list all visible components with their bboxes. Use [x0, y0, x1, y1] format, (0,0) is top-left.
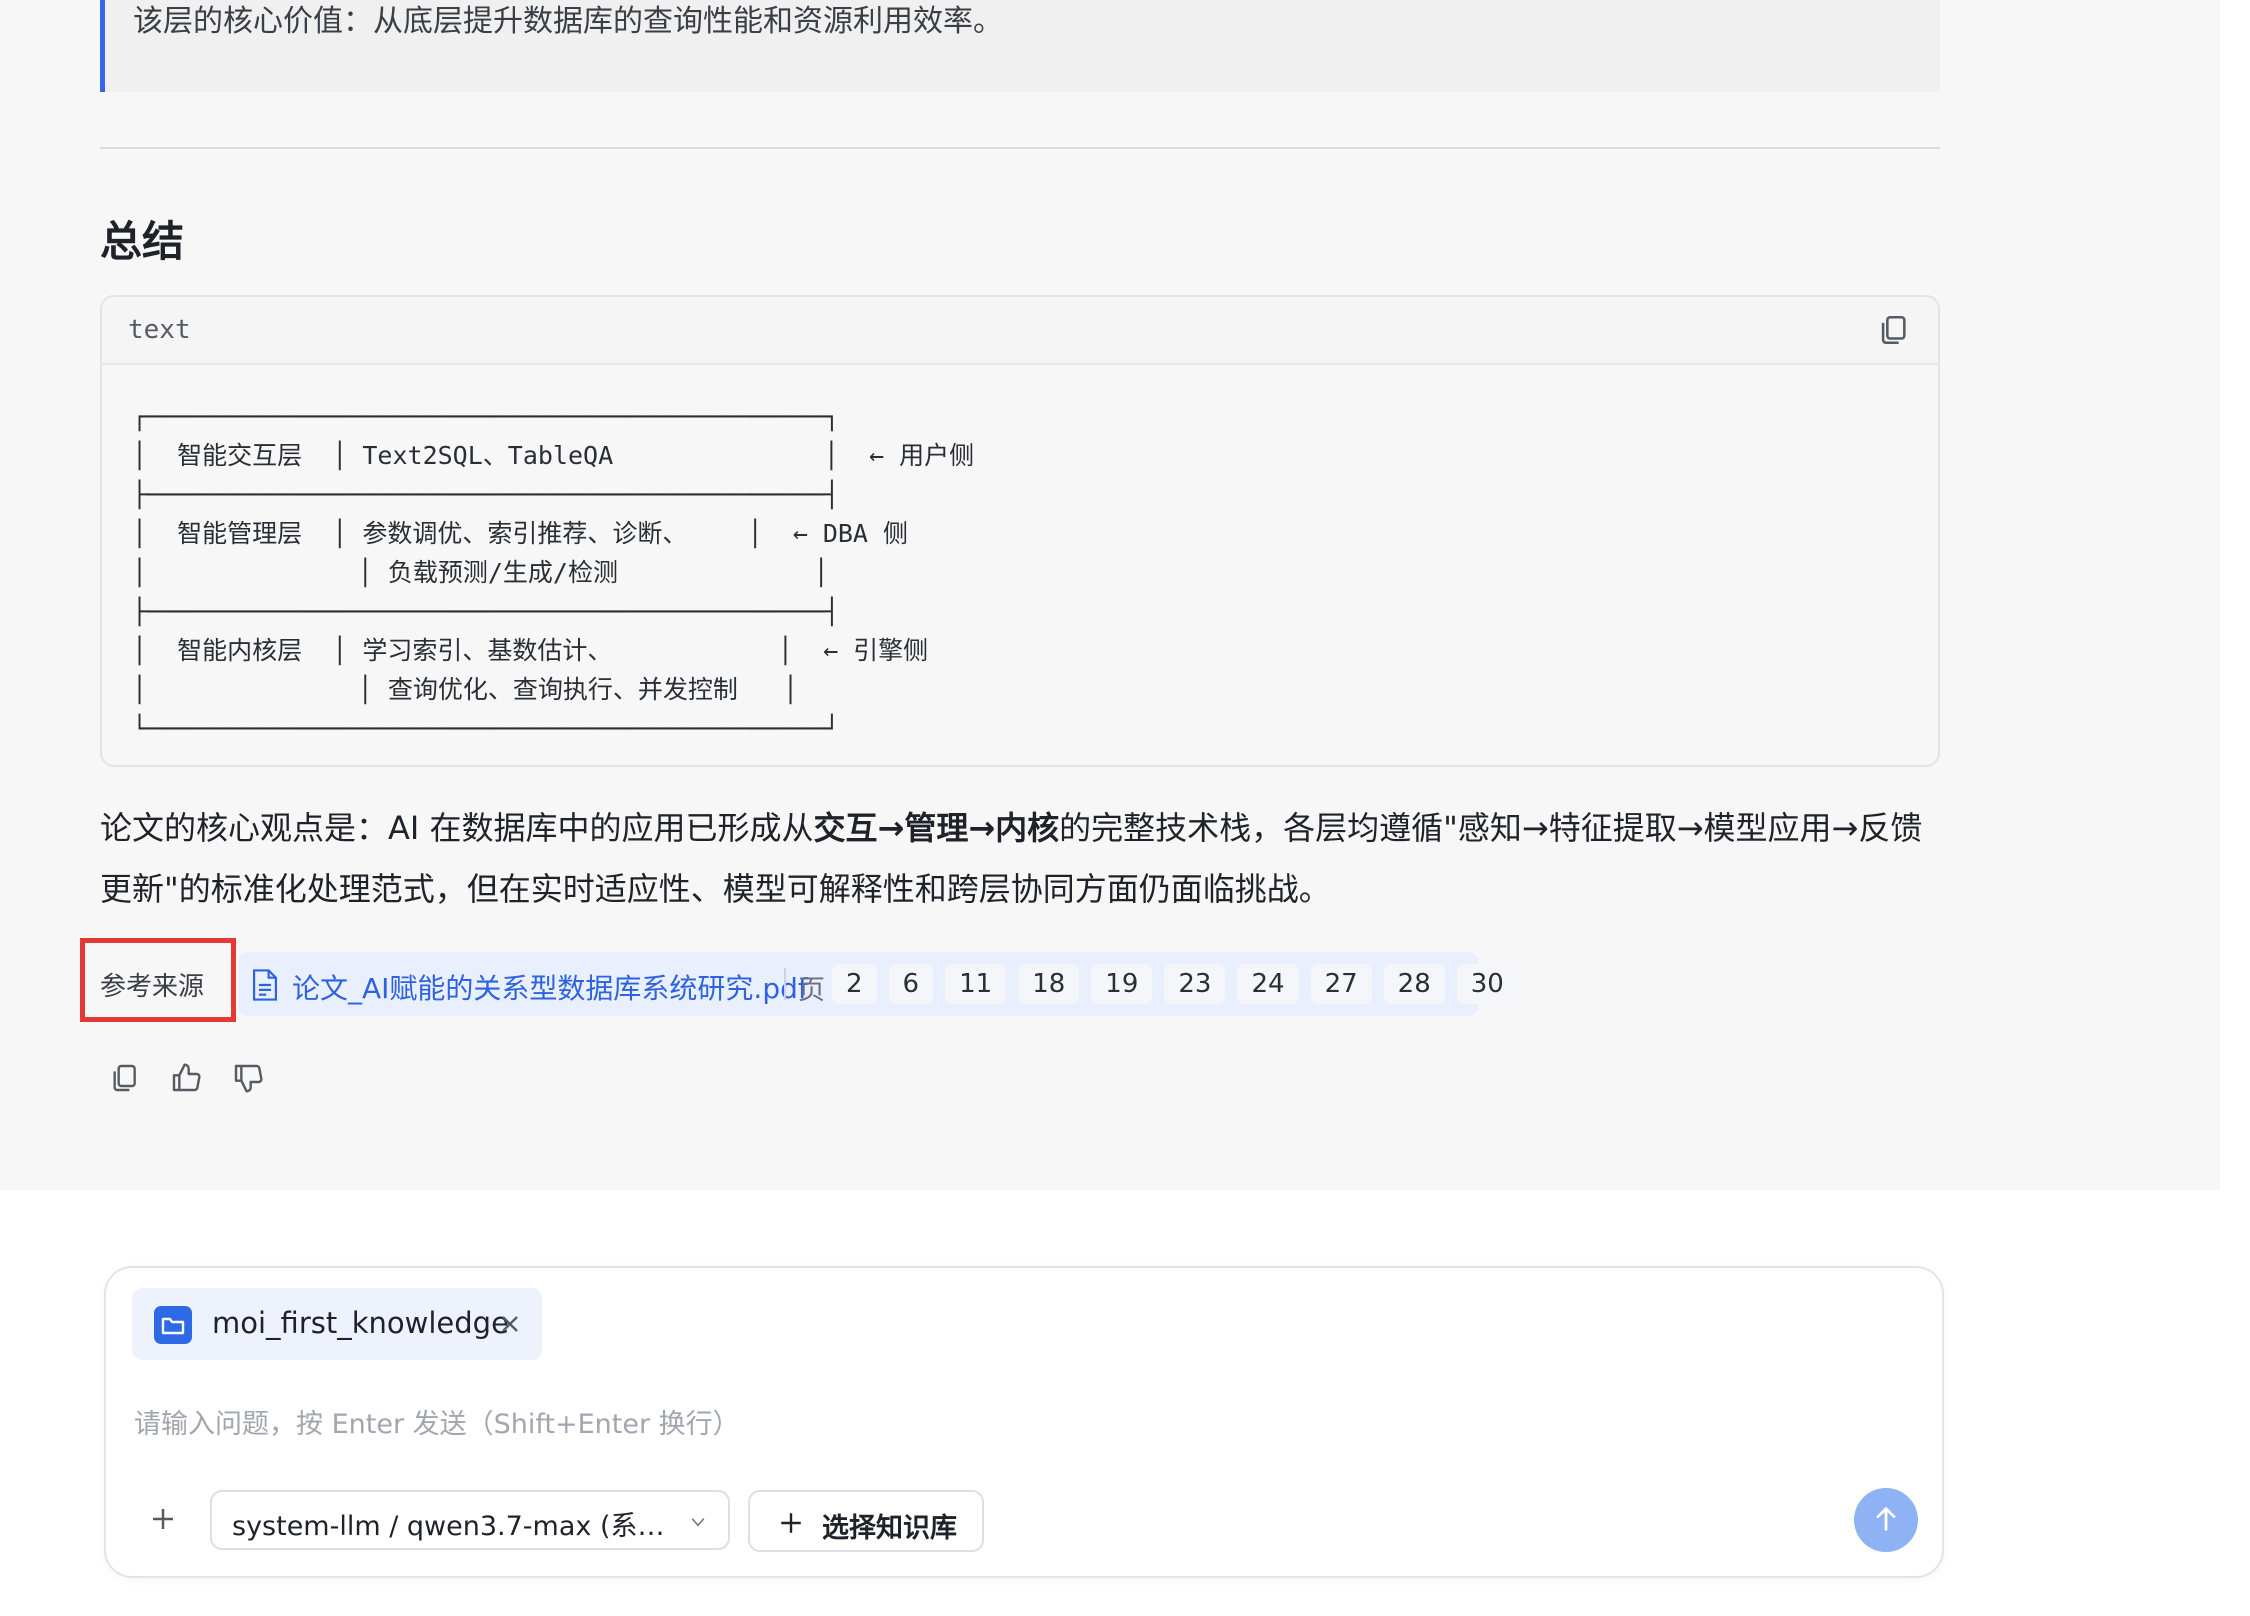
section-title: 总结	[100, 217, 185, 266]
reference-separator	[784, 968, 786, 1000]
add-icon[interactable]	[148, 1504, 178, 1534]
select-knowledge-base-label: 选择知识库	[822, 1513, 957, 1544]
code-block: text ┌──────────────────────────────────…	[100, 295, 1940, 767]
page-label: 页	[798, 975, 825, 1006]
model-select[interactable]: system-llm / qwen3.7-max (系统...	[210, 1490, 730, 1550]
page-pill[interactable]: 23	[1164, 964, 1226, 1004]
page-pill[interactable]: 24	[1237, 964, 1299, 1004]
chevron-down-icon	[691, 1518, 705, 1527]
blockquote-text: 该层的核心价值：从底层提升数据库的查询性能和资源利用效率。	[133, 4, 1003, 39]
copy-icon[interactable]	[108, 1062, 140, 1094]
page-pill[interactable]: 18	[1018, 964, 1080, 1004]
document-icon	[252, 969, 278, 1001]
knowledge-base-chip[interactable]: moi_first_knowledge	[132, 1288, 542, 1360]
page-pill[interactable]: 11	[945, 964, 1007, 1004]
select-knowledge-base-button[interactable]: 选择知识库	[748, 1490, 984, 1552]
question-input[interactable]	[132, 1398, 1896, 1450]
copy-code-icon[interactable]	[1876, 313, 1910, 347]
page-pill[interactable]: 2	[832, 964, 877, 1004]
page-pill[interactable]: 19	[1091, 964, 1153, 1004]
knowledge-base-name: moi_first_knowledge	[212, 1306, 509, 1340]
page-list: 2 6 11 18 19 23 24 27 28 30	[832, 964, 1518, 1004]
blockquote: 该层的核心价值：从底层提升数据库的查询性能和资源利用效率。	[100, 0, 1940, 92]
folder-icon	[154, 1306, 192, 1344]
code-language-label: text	[128, 315, 191, 345]
page-pill[interactable]: 6	[888, 964, 934, 1004]
arrow-up-icon	[1876, 1507, 1896, 1531]
conclusion-paragraph: 论文的核心观点是：AI 在数据库中的应用已形成从交互→管理→内核的完整技术栈，各…	[100, 798, 1950, 920]
message-actions	[108, 1062, 264, 1094]
divider	[100, 147, 1940, 149]
page-pill[interactable]: 27	[1310, 964, 1372, 1004]
chat-composer: moi_first_knowledge system-llm / qwen3.7…	[104, 1266, 1944, 1578]
reference-file-link[interactable]: 论文_AI赋能的关系型数据库系统研究.pdf	[292, 967, 808, 1007]
model-select-value: system-llm / qwen3.7-max (系统...	[232, 1511, 672, 1542]
conclusion-prefix: 论文的核心观点是：AI 在数据库中的应用已形成从	[100, 809, 814, 847]
thumbs-down-icon[interactable]	[232, 1062, 264, 1094]
page-pill[interactable]: 28	[1383, 964, 1445, 1004]
close-icon[interactable]	[496, 1310, 524, 1338]
reference-source-chip[interactable]: 论文_AI赋能的关系型数据库系统研究.pdf 页 2 6 11 18 19 23…	[238, 952, 1518, 1016]
code-block-header: text	[102, 297, 1938, 365]
reference-label: 参考来源	[100, 972, 205, 1002]
plus-icon	[781, 1513, 801, 1533]
thumbs-up-icon[interactable]	[170, 1062, 202, 1094]
page-pill[interactable]: 30	[1456, 964, 1518, 1004]
code-content: ┌───────────────────────────────────────…	[132, 402, 975, 743]
conclusion-bold: 交互→管理→内核	[813, 809, 1060, 847]
send-button[interactable]	[1854, 1488, 1918, 1552]
